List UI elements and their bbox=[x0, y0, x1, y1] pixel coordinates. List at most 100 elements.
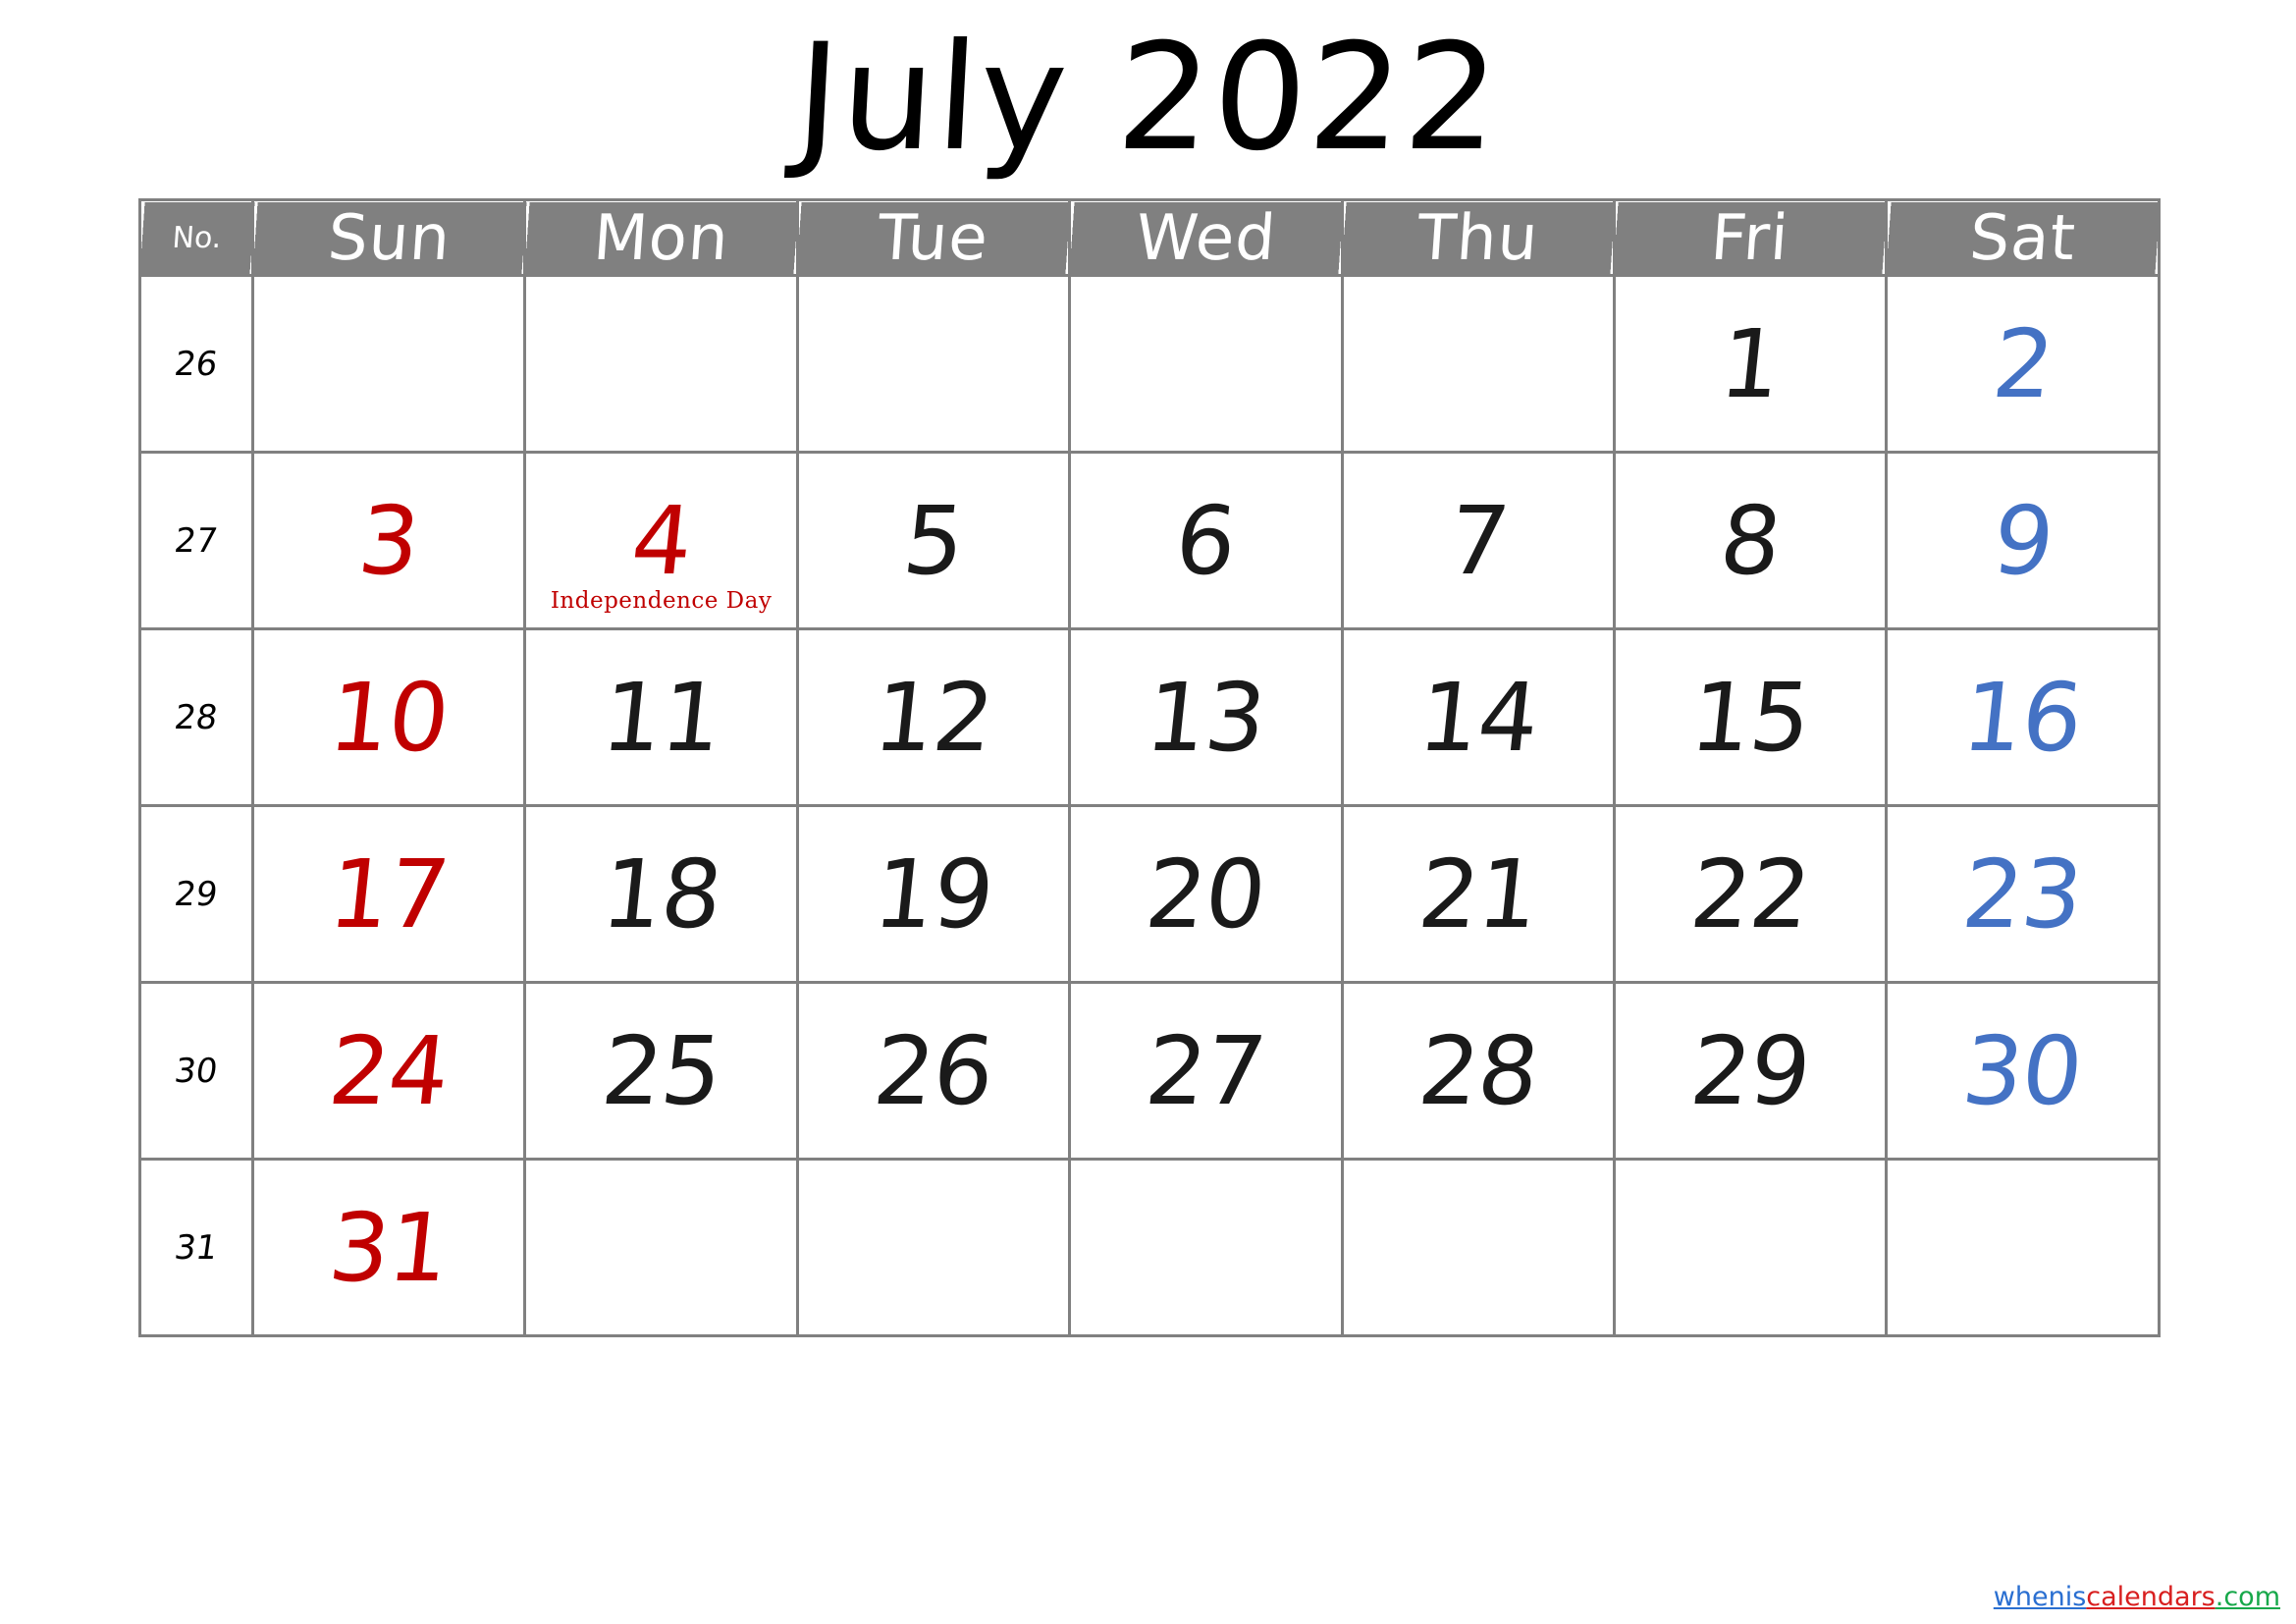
day-cell-empty bbox=[523, 1158, 799, 1337]
day-cell[interactable]: 17 bbox=[250, 804, 527, 984]
day-number: 4 bbox=[625, 485, 697, 596]
day-cell[interactable]: 2 bbox=[1885, 274, 2161, 454]
day-number: 24 bbox=[324, 1015, 454, 1126]
week-number-label: 27 bbox=[172, 520, 221, 561]
day-cell[interactable]: 22 bbox=[1612, 804, 1889, 984]
week-number-cell: 30 bbox=[138, 981, 254, 1161]
day-number: 20 bbox=[1141, 839, 1271, 949]
day-cell[interactable]: 3 bbox=[250, 451, 527, 630]
day-number: 14 bbox=[1413, 662, 1543, 773]
day-number: 23 bbox=[1957, 839, 2088, 949]
day-cell[interactable]: 7 bbox=[1340, 451, 1616, 630]
day-cell[interactable]: 15 bbox=[1612, 627, 1889, 807]
day-cell[interactable]: 26 bbox=[795, 981, 1072, 1161]
week-number-cell: 26 bbox=[138, 274, 254, 454]
calendar-week-row: 26 1 2 bbox=[138, 274, 2161, 454]
day-cell-empty bbox=[1340, 274, 1616, 454]
day-cell[interactable]: 21 bbox=[1340, 804, 1616, 984]
week-number-cell: 27 bbox=[138, 451, 254, 630]
day-number: 2 bbox=[1987, 308, 2058, 419]
day-number: 29 bbox=[1685, 1015, 1816, 1126]
day-cell[interactable]: 27 bbox=[1068, 981, 1344, 1161]
header-day-wed: Wed bbox=[1066, 199, 1345, 276]
day-cell[interactable]: 1 bbox=[1612, 274, 1889, 454]
header-row: No. Sun Mon Tue Wed Thu Fri Sat bbox=[136, 199, 2162, 276]
day-cell[interactable]: 31 bbox=[250, 1158, 527, 1337]
day-cell[interactable]: 6 bbox=[1068, 451, 1344, 630]
day-number: 21 bbox=[1413, 839, 1543, 949]
day-cell[interactable]: 24 bbox=[250, 981, 527, 1161]
calendar-grid: No. Sun Mon Tue Wed Thu Fri Sat 26 1 2 27 3 4… bbox=[136, 198, 2162, 1337]
day-cell-empty bbox=[1885, 1158, 2161, 1337]
day-number: 8 bbox=[1715, 485, 1787, 596]
week-number-label: 28 bbox=[172, 697, 221, 737]
day-number: 28 bbox=[1413, 1015, 1543, 1126]
day-cell-empty bbox=[1612, 1158, 1889, 1337]
week-number-cell: 31 bbox=[138, 1158, 254, 1337]
calendar-body: 26 1 2 27 3 4 Independence Day 5 6 7 8 9 28 10 11 12 13 1… bbox=[138, 274, 2161, 1337]
week-number-label: 31 bbox=[172, 1227, 221, 1268]
day-cell[interactable]: 18 bbox=[523, 804, 799, 984]
day-number: 5 bbox=[898, 485, 969, 596]
day-cell[interactable]: 23 bbox=[1885, 804, 2161, 984]
calendar-week-row: 27 3 4 Independence Day 5 6 7 8 9 bbox=[138, 451, 2161, 630]
header-day-sun: Sun bbox=[249, 199, 528, 276]
day-cell[interactable]: 25 bbox=[523, 981, 799, 1161]
day-cell[interactable]: 8 bbox=[1612, 451, 1889, 630]
calendar-week-row: 30 24 25 26 27 28 29 30 bbox=[138, 981, 2161, 1161]
day-number: 30 bbox=[1957, 1015, 2088, 1126]
day-number: 13 bbox=[1141, 662, 1271, 773]
day-cell[interactable]: 9 bbox=[1885, 451, 2161, 630]
day-number: 19 bbox=[869, 839, 998, 949]
week-number-label: 26 bbox=[172, 344, 221, 384]
day-cell[interactable]: 13 bbox=[1068, 627, 1344, 807]
day-number: 27 bbox=[1141, 1015, 1271, 1126]
day-cell[interactable]: 19 bbox=[795, 804, 1072, 984]
watermark-part-3: .com bbox=[2215, 1582, 2280, 1612]
watermark-link[interactable]: wheniscalendars.com bbox=[1994, 1582, 2280, 1612]
header-day-thu: Thu bbox=[1339, 199, 1618, 276]
watermark-part-2: calendars bbox=[2086, 1582, 2216, 1612]
day-cell[interactable]: 30 bbox=[1885, 981, 2161, 1161]
header-day-fri: Fri bbox=[1611, 199, 1890, 276]
header-day-mon: Mon bbox=[522, 199, 800, 276]
week-number-cell: 29 bbox=[138, 804, 254, 984]
day-cell-empty bbox=[795, 1158, 1072, 1337]
day-cell[interactable]: 10 bbox=[250, 627, 527, 807]
day-cell[interactable]: 28 bbox=[1340, 981, 1616, 1161]
day-cell-empty bbox=[523, 274, 799, 454]
day-cell[interactable]: 11 bbox=[523, 627, 799, 807]
day-number: 9 bbox=[1987, 485, 2058, 596]
day-cell-empty bbox=[795, 274, 1072, 454]
header-day-tue: Tue bbox=[794, 199, 1073, 276]
day-cell[interactable]: 16 bbox=[1885, 627, 2161, 807]
header-weeknumber: No. bbox=[136, 199, 256, 276]
day-number: 12 bbox=[869, 662, 998, 773]
page-title: July 2022 bbox=[791, 13, 1505, 184]
calendar-week-row: 31 31 bbox=[138, 1158, 2161, 1337]
day-cell[interactable]: 5 bbox=[795, 451, 1072, 630]
day-number: 26 bbox=[869, 1015, 998, 1126]
week-number-label: 29 bbox=[172, 874, 221, 914]
day-cell[interactable]: 20 bbox=[1068, 804, 1344, 984]
day-cell-empty bbox=[250, 274, 527, 454]
holiday-label: Independence Day bbox=[550, 588, 773, 614]
day-number: 17 bbox=[324, 839, 454, 949]
week-number-label: 30 bbox=[172, 1051, 221, 1091]
watermark-part-1: whenis bbox=[1993, 1582, 2087, 1612]
day-cell-empty bbox=[1068, 1158, 1344, 1337]
day-number: 7 bbox=[1442, 485, 1514, 596]
day-cell[interactable]: 29 bbox=[1612, 981, 1889, 1161]
day-number: 16 bbox=[1957, 662, 2088, 773]
day-cell[interactable]: 12 bbox=[795, 627, 1072, 807]
day-number: 22 bbox=[1685, 839, 1816, 949]
day-number: 18 bbox=[596, 839, 726, 949]
day-cell[interactable]: 14 bbox=[1340, 627, 1616, 807]
day-number: 11 bbox=[596, 662, 726, 773]
day-number: 15 bbox=[1685, 662, 1816, 773]
day-number: 31 bbox=[324, 1192, 454, 1303]
calendar-week-row: 29 17 18 19 20 21 22 23 bbox=[138, 804, 2161, 984]
day-cell[interactable]: 4 Independence Day bbox=[523, 451, 799, 630]
day-number: 3 bbox=[353, 485, 425, 596]
calendar-week-row: 28 10 11 12 13 14 15 16 bbox=[138, 627, 2161, 807]
